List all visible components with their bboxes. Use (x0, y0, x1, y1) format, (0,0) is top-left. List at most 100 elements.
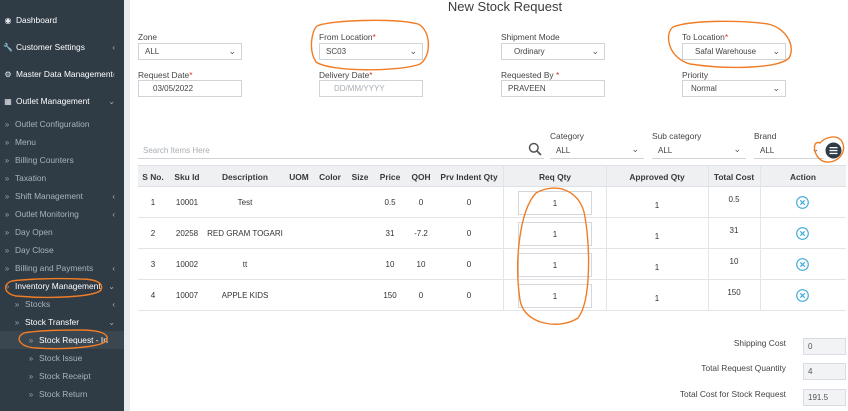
cell-description: RED GRAM TOGARI (207, 229, 283, 238)
cell-description: tt (242, 260, 248, 269)
sidebar-item-shift-management[interactable]: » Shift Management ‹ (0, 187, 124, 205)
double-chevron-icon: » (4, 119, 10, 129)
col-price: Price (379, 172, 401, 182)
col-action: Action (789, 172, 817, 182)
sidebar-item-master-data[interactable]: ⚙ Master Data Management ‹ (0, 65, 124, 83)
cell-approved: 1 (654, 201, 660, 210)
col-uom: UOM (289, 172, 309, 182)
double-chevron-icon: » (14, 299, 20, 309)
cell-prv-indent: 0 (466, 260, 472, 269)
cell-total: 31 (729, 226, 739, 235)
double-chevron-icon: » (4, 155, 10, 165)
sidebar-item-billing-counters[interactable]: » Billing Counters (0, 151, 124, 169)
cell-sku: 10007 (175, 291, 199, 300)
sidebar-item-stock-request-in[interactable]: » Stock Request - In (0, 331, 124, 349)
cell-qoh: 0 (418, 198, 424, 207)
total-cost-field: 191.5 (803, 389, 846, 406)
col-qoh: QOH (411, 172, 431, 182)
total-cost-label: Total Cost for Stock Request (679, 389, 786, 399)
brand-label: Brand (754, 131, 777, 141)
cell-sno: 1 (150, 198, 156, 207)
table-row: 4 10007 APPLE KIDS 150 0 0 1 1 150 (138, 280, 846, 311)
priority-select[interactable]: Normal ⌄ (682, 80, 786, 97)
sidebar-item-stock-issue[interactable]: » Stock Issue (0, 349, 124, 367)
remove-icon[interactable] (796, 227, 809, 240)
to-location-label: To Location* (682, 32, 729, 42)
page-title: New Stock Request (447, 0, 563, 14)
cell-price: 31 (385, 229, 395, 238)
sidebar: ◉ Dashboard 🔧 Customer Settings ‹ ⚙ Master D… (0, 0, 124, 411)
col-size: Size (351, 172, 369, 182)
shipment-mode-select[interactable]: Ordinary ⌄ (501, 43, 605, 60)
sub-category-label: Sub category (652, 131, 702, 141)
shipping-cost-field[interactable]: 0 (803, 338, 846, 355)
zone-select[interactable]: ALL ⌄ (138, 43, 242, 60)
double-chevron-icon: » (4, 209, 10, 219)
delivery-date-input[interactable]: DD/MM/YYYY (319, 80, 423, 97)
chevron-down-icon: ⌄ (108, 96, 115, 106)
gear-icon: ⚙ (4, 69, 12, 79)
category-label: Category (550, 131, 584, 141)
remove-icon[interactable] (796, 289, 809, 302)
req-qty-input[interactable]: 1 (518, 222, 592, 246)
chevron-down-icon: ⌄ (228, 46, 236, 56)
request-date-input[interactable]: 03/05/2022 (138, 80, 242, 97)
sidebar-item-outlet-monitoring[interactable]: » Outlet Monitoring ‹ (0, 205, 124, 223)
remove-icon[interactable] (796, 196, 809, 209)
chevron-down-icon: ⌄ (108, 317, 115, 327)
cell-description: Test (237, 198, 253, 207)
delivery-date-label: Delivery Date* (319, 70, 373, 80)
chevron-left-icon: ‹ (112, 299, 115, 309)
req-qty-input[interactable]: 1 (518, 253, 592, 277)
sub-category-select[interactable]: ALL ⌄ (652, 142, 746, 159)
table-row: 3 10002 tt 10 10 0 1 1 10 (138, 249, 846, 280)
cell-total: 10 (729, 257, 739, 266)
brand-select[interactable]: ALL ⌄ (754, 142, 824, 159)
chevron-left-icon: ‹ (112, 263, 115, 273)
to-location-select[interactable]: Safal Warehouse ⌄ (682, 43, 786, 60)
req-qty-input[interactable]: 1 (518, 284, 592, 308)
total-request-quantity-field: 4 (803, 363, 846, 380)
sidebar-item-outlet-configuration[interactable]: » Outlet Configuration (0, 115, 124, 133)
search-items-input[interactable]: Search Items Here (138, 142, 544, 159)
cell-price: 150 (383, 291, 397, 300)
double-chevron-icon: » (14, 317, 20, 327)
double-chevron-icon: » (4, 137, 10, 147)
app-root: ◉ Dashboard 🔧 Customer Settings ‹ ⚙ Master D… (0, 0, 848, 411)
table-row: 1 10001 Test 0.5 0 0 1 1 0.5 (138, 187, 846, 218)
sidebar-item-dashboard[interactable]: ◉ Dashboard (0, 11, 124, 29)
zone-label: Zone (138, 32, 158, 42)
from-location-select[interactable]: SC03 ⌄ (319, 43, 423, 60)
search-icon[interactable] (528, 142, 542, 156)
sidebar-item-stock-receipt[interactable]: » Stock Receipt (0, 367, 124, 385)
sidebar-item-day-close[interactable]: » Day Close (0, 241, 124, 259)
sidebar-item-day-open[interactable]: » Day Open (0, 223, 124, 241)
req-qty-input[interactable]: 1 (518, 191, 592, 215)
sidebar-item-inventory-management[interactable]: » Inventory Management ⌄ (0, 277, 124, 295)
cell-description: APPLE KIDS (221, 291, 269, 300)
sidebar-item-stock-return[interactable]: » Stock Return (0, 385, 124, 403)
shipment-mode-label: Shipment Mode (501, 32, 560, 42)
remove-icon[interactable] (796, 258, 809, 271)
cell-prv-indent: 0 (466, 291, 472, 300)
sidebar-item-outlet-management[interactable]: ▦ Outlet Management ⌄ (0, 92, 124, 110)
double-chevron-icon: » (28, 371, 34, 381)
chevron-left-icon: ‹ (112, 69, 115, 79)
sidebar-item-customer-settings[interactable]: 🔧 Customer Settings ‹ (0, 38, 124, 56)
double-chevron-icon: » (4, 281, 10, 291)
sidebar-item-taxation[interactable]: » Taxation (0, 169, 124, 187)
double-chevron-icon: » (28, 389, 34, 399)
column-menu-button[interactable] (825, 142, 842, 159)
requested-by-input[interactable]: PRAVEEN (501, 80, 605, 97)
chevron-down-icon: ⌄ (811, 144, 819, 154)
cell-approved: 1 (654, 263, 660, 272)
cell-qoh: -7.2 (414, 229, 428, 238)
cell-price: 0.5 (384, 198, 396, 207)
sidebar-divider (124, 0, 130, 411)
category-select[interactable]: ALL ⌄ (550, 142, 644, 159)
sidebar-item-billing-payments[interactable]: » Billing and Payments ‹ (0, 259, 124, 277)
chevron-left-icon: ‹ (112, 42, 115, 52)
sidebar-item-stock-transfer[interactable]: » Stock Transfer ⌄ (0, 313, 124, 331)
sidebar-item-stocks[interactable]: » Stocks ‹ (0, 295, 124, 313)
sidebar-item-menu[interactable]: » Menu (0, 133, 124, 151)
